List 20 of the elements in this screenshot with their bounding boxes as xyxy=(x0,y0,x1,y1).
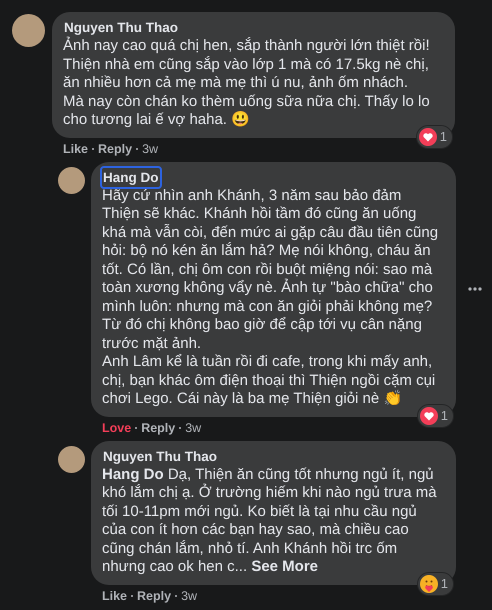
author-name[interactable]: Hang Do xyxy=(102,168,160,186)
reaction-badge[interactable]: 1 xyxy=(416,572,454,596)
reply-link[interactable]: Reply xyxy=(137,588,172,604)
avatar[interactable] xyxy=(12,14,45,47)
avatar[interactable] xyxy=(58,166,85,194)
like-link[interactable]: Like xyxy=(102,588,128,604)
like-link[interactable]: Love xyxy=(102,420,132,436)
reaction-badge[interactable]: 1 xyxy=(416,124,453,148)
more-options-icon[interactable] xyxy=(468,287,482,291)
reply-link[interactable]: Reply xyxy=(98,140,132,158)
timestamp: 3w xyxy=(181,588,198,604)
avatar[interactable] xyxy=(58,446,85,472)
timestamp: 3w xyxy=(142,140,158,158)
author-name[interactable]: Nguyen Thu Thao xyxy=(102,446,218,466)
see-more-link[interactable]: See More xyxy=(251,558,318,575)
reaction-badge[interactable]: 1 xyxy=(416,404,454,428)
author-name[interactable]: Nguyen Thu Thao xyxy=(63,18,179,37)
like-link[interactable]: Like xyxy=(63,140,88,158)
reply-link[interactable]: Reply xyxy=(141,420,176,436)
timestamp: 3w xyxy=(185,420,202,436)
